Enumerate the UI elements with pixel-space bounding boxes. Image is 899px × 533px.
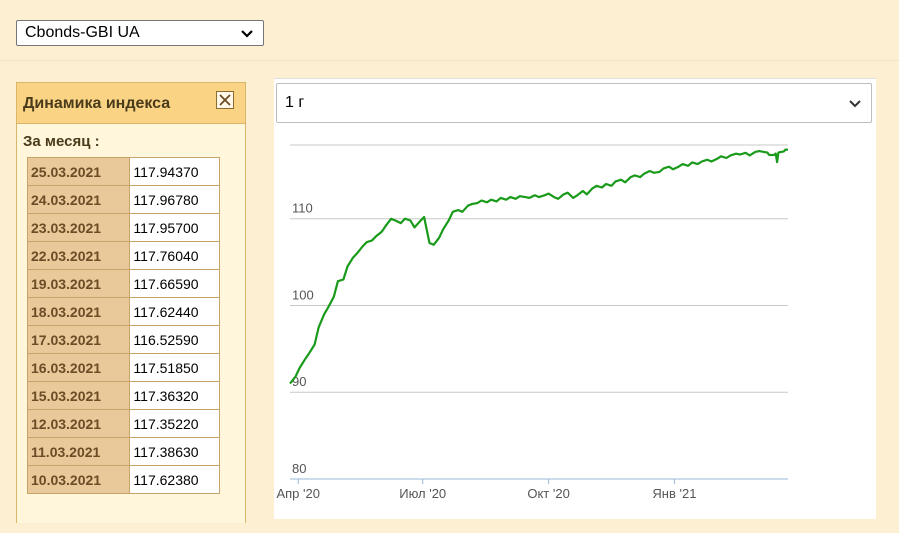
panel-header: Динамика индекса [17,83,245,124]
period-select[interactable]: 1 г [276,83,872,123]
page: Cbonds-GBI UA Динамика индекса За месяц … [0,0,899,533]
table-row: 24.03.2021 117.96780 [26,185,220,214]
y-tick-label: 110 [292,201,313,216]
row-date: 18.03.2021 [26,297,131,326]
row-date: 24.03.2021 [26,185,131,214]
close-panel-button[interactable] [216,91,234,109]
values-table-body: 25.03.2021 117.94370 24.03.2021 117.96780 23… [26,157,220,494]
row-value: 117.94370 [129,157,220,186]
row-value: 117.76040 [129,241,220,270]
chart-panel: 1 г 80 90 100 110 Апр '20 Июл '20 Окт '20 Янв '… [274,78,876,519]
table-row: 15.03.2021 117.36320 [26,381,220,410]
index-selector-bar: Cbonds-GBI UA [0,0,899,61]
line-chart: 80 90 100 110 Апр '20 Июл '20 Окт '20 Янв '21 [276,144,789,501]
row-value: 117.62440 [129,297,220,326]
row-date: 19.03.2021 [26,269,131,298]
row-value: 117.35220 [129,409,220,438]
table-row: 16.03.2021 117.51850 [26,353,220,382]
row-value: 117.51850 [129,353,220,382]
row-value: 117.38630 [129,437,220,466]
chevron-down-icon [849,100,861,108]
row-value: 117.95700 [129,213,220,242]
table-row: 11.03.2021 117.38630 [26,437,220,466]
table-row: 10.03.2021 117.62380 [26,465,220,494]
row-date: 15.03.2021 [26,381,131,410]
x-tick-label: Янв '21 [652,486,696,501]
x-tick-label: Июл '20 [399,486,446,501]
row-value: 117.36320 [129,381,220,410]
bottom-strip [0,523,899,533]
x-tick-label: Окт '20 [527,486,569,501]
table-row: 23.03.2021 117.95700 [26,213,220,242]
index-select[interactable]: Cbonds-GBI UA [16,20,264,46]
table-row: 22.03.2021 117.76040 [26,241,220,270]
row-value: 117.62380 [129,465,220,494]
table-row: 17.03.2021 116.52590 [26,325,220,354]
row-date: 25.03.2021 [26,157,131,186]
month-label: За месяц : [23,133,100,150]
y-tick-label: 80 [292,461,306,476]
period-select-value: 1 г [285,94,305,111]
panel-title: Динамика индекса [23,95,171,112]
table-row: 18.03.2021 117.62440 [26,297,220,326]
row-value: 117.96780 [129,185,220,214]
row-date: 12.03.2021 [26,409,131,438]
series-line [289,148,789,385]
index-chart: 80 90 100 110 Апр '20 Июл '20 Окт '20 Янв '21 [274,129,876,519]
index-dynamics-panel: Динамика индекса За месяц : 25.03.2021 11… [16,82,246,533]
chevron-down-icon [241,30,253,38]
table-row: 19.03.2021 117.66590 [26,269,220,298]
row-value: 116.52590 [129,325,220,354]
table-row: 25.03.2021 117.94370 [26,157,220,186]
monthly-values-table: 25.03.2021 117.94370 24.03.2021 117.96780 23… [26,157,220,494]
x-tick-label: Апр '20 [276,486,320,501]
row-value: 117.66590 [129,269,220,298]
y-tick-label: 100 [292,287,314,302]
close-icon [219,94,231,106]
table-row: 12.03.2021 117.35220 [26,409,220,438]
row-date: 17.03.2021 [26,325,131,354]
row-date: 10.03.2021 [26,465,131,494]
row-date: 23.03.2021 [26,213,131,242]
row-date: 11.03.2021 [26,437,131,466]
row-date: 16.03.2021 [26,353,131,382]
index-select-value: Cbonds-GBI UA [25,24,140,41]
y-tick-label: 90 [292,374,306,389]
row-date: 22.03.2021 [26,241,131,270]
